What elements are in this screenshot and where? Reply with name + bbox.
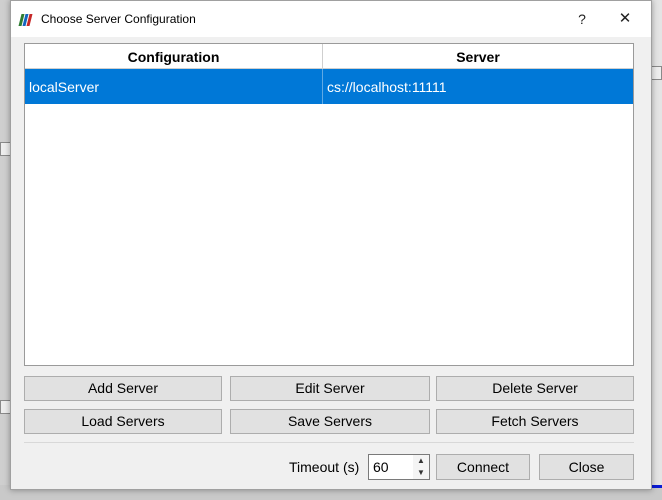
cell-configuration[interactable]: localServer <box>25 69 323 104</box>
save-servers-button[interactable]: Save Servers <box>230 409 430 434</box>
timeout-input[interactable] <box>369 455 413 479</box>
connect-button[interactable]: Connect <box>436 454 530 480</box>
timeout-label: Timeout (s) <box>289 459 360 475</box>
add-server-button[interactable]: Add Server <box>24 376 222 401</box>
fetch-servers-button[interactable]: Fetch Servers <box>436 409 634 434</box>
load-servers-button[interactable]: Load Servers <box>24 409 222 434</box>
window-close-icon[interactable]: ✕ <box>614 9 636 29</box>
column-header-server[interactable]: Server <box>323 44 633 68</box>
cell-server[interactable]: cs://localhost:11111 <box>323 69 633 104</box>
window-title: Choose Server Configuration <box>41 12 196 26</box>
server-table: Configuration Server localServer cs://lo… <box>24 43 634 366</box>
table-row[interactable]: localServer cs://localhost:11111 <box>25 69 633 104</box>
column-header-configuration[interactable]: Configuration <box>25 44 323 68</box>
spin-down-arrow-icon[interactable]: ▼ <box>413 467 429 479</box>
delete-server-button[interactable]: Delete Server <box>436 376 634 401</box>
title-bar: Choose Server Configuration ? ✕ <box>11 1 651 37</box>
timeout-spinbox[interactable]: ▲ ▼ <box>368 454 430 480</box>
table-header: Configuration Server <box>25 44 633 69</box>
divider <box>24 442 634 443</box>
edit-server-button[interactable]: Edit Server <box>230 376 430 401</box>
close-button[interactable]: Close <box>539 454 634 480</box>
paraview-logo-icon <box>18 14 36 26</box>
help-button[interactable]: ? <box>571 9 593 29</box>
server-config-dialog: Choose Server Configuration ? ✕ Configur… <box>10 0 652 490</box>
